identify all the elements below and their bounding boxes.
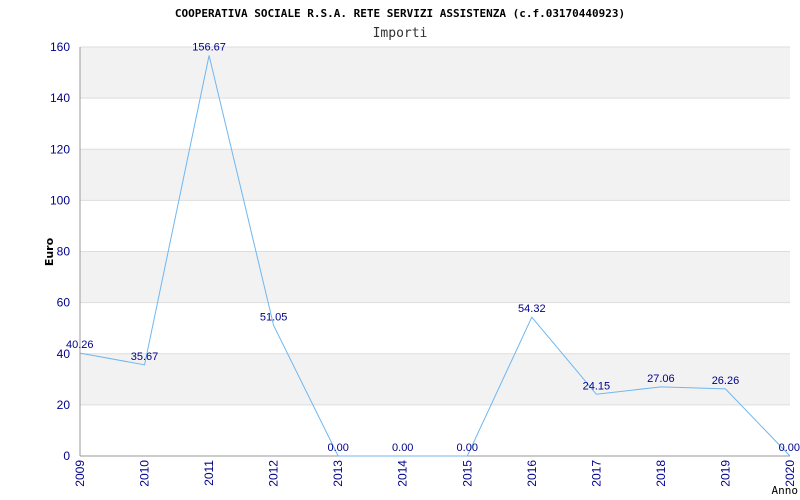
- chart-subtitle: Importi: [373, 26, 428, 41]
- y-tick-label: 0: [63, 449, 70, 463]
- y-tick-label: 80: [57, 245, 71, 259]
- x-tick-labels: 2009 2010 2011 2012 2013 2014 2015 2016 2017 2018…: [73, 460, 797, 487]
- x-tick-label: 2018: [654, 460, 668, 487]
- x-tick-label: 2014: [396, 460, 410, 487]
- plot-band: [80, 47, 790, 99]
- x-tick-label: 2017: [589, 460, 603, 487]
- data-label: 156.67: [192, 42, 226, 54]
- data-label: 54.32: [518, 303, 546, 315]
- x-axis-label: Anno: [772, 484, 799, 497]
- x-tick-label: 2016: [525, 460, 539, 487]
- chart-title: COOPERATIVA SOCIALE R.S.A. RETE SERVIZI …: [175, 7, 625, 20]
- data-label: 0.00: [392, 442, 413, 454]
- data-label: 0.00: [779, 442, 800, 454]
- plot-band: [80, 353, 790, 405]
- x-tick-label: 2015: [460, 460, 474, 487]
- data-label: 0.00: [457, 442, 478, 454]
- y-tick-label: 140: [50, 91, 70, 105]
- y-axis-label: Euro: [43, 237, 56, 266]
- data-label: 0.00: [327, 442, 348, 454]
- data-label: 51.05: [260, 312, 288, 324]
- x-tick-label: 2013: [331, 460, 345, 487]
- y-tick-label: 60: [57, 296, 71, 310]
- data-label: 40.26: [66, 339, 94, 351]
- x-tick-label: 2009: [73, 460, 87, 487]
- y-tick-label: 100: [50, 193, 70, 207]
- plot-band: [80, 149, 790, 201]
- y-tick-label: 120: [50, 142, 70, 156]
- x-tick-label: 2011: [202, 460, 216, 486]
- line-chart: 020406080100120140160 2009 2010 2011 2012 20…: [43, 7, 800, 497]
- data-label: 27.06: [647, 373, 675, 385]
- x-tick-label: 2020: [783, 460, 797, 487]
- x-tick-label: 2012: [267, 460, 281, 487]
- data-label: 35.67: [131, 351, 159, 363]
- plot-bands: [80, 47, 790, 405]
- data-label: 24.15: [583, 380, 611, 392]
- y-tick-label: 160: [50, 40, 70, 54]
- plot-band: [80, 251, 790, 303]
- x-tick-label: 2019: [718, 460, 732, 487]
- y-tick-label: 20: [57, 398, 71, 412]
- x-tick-label: 2010: [138, 460, 152, 487]
- data-label: 26.26: [712, 375, 740, 387]
